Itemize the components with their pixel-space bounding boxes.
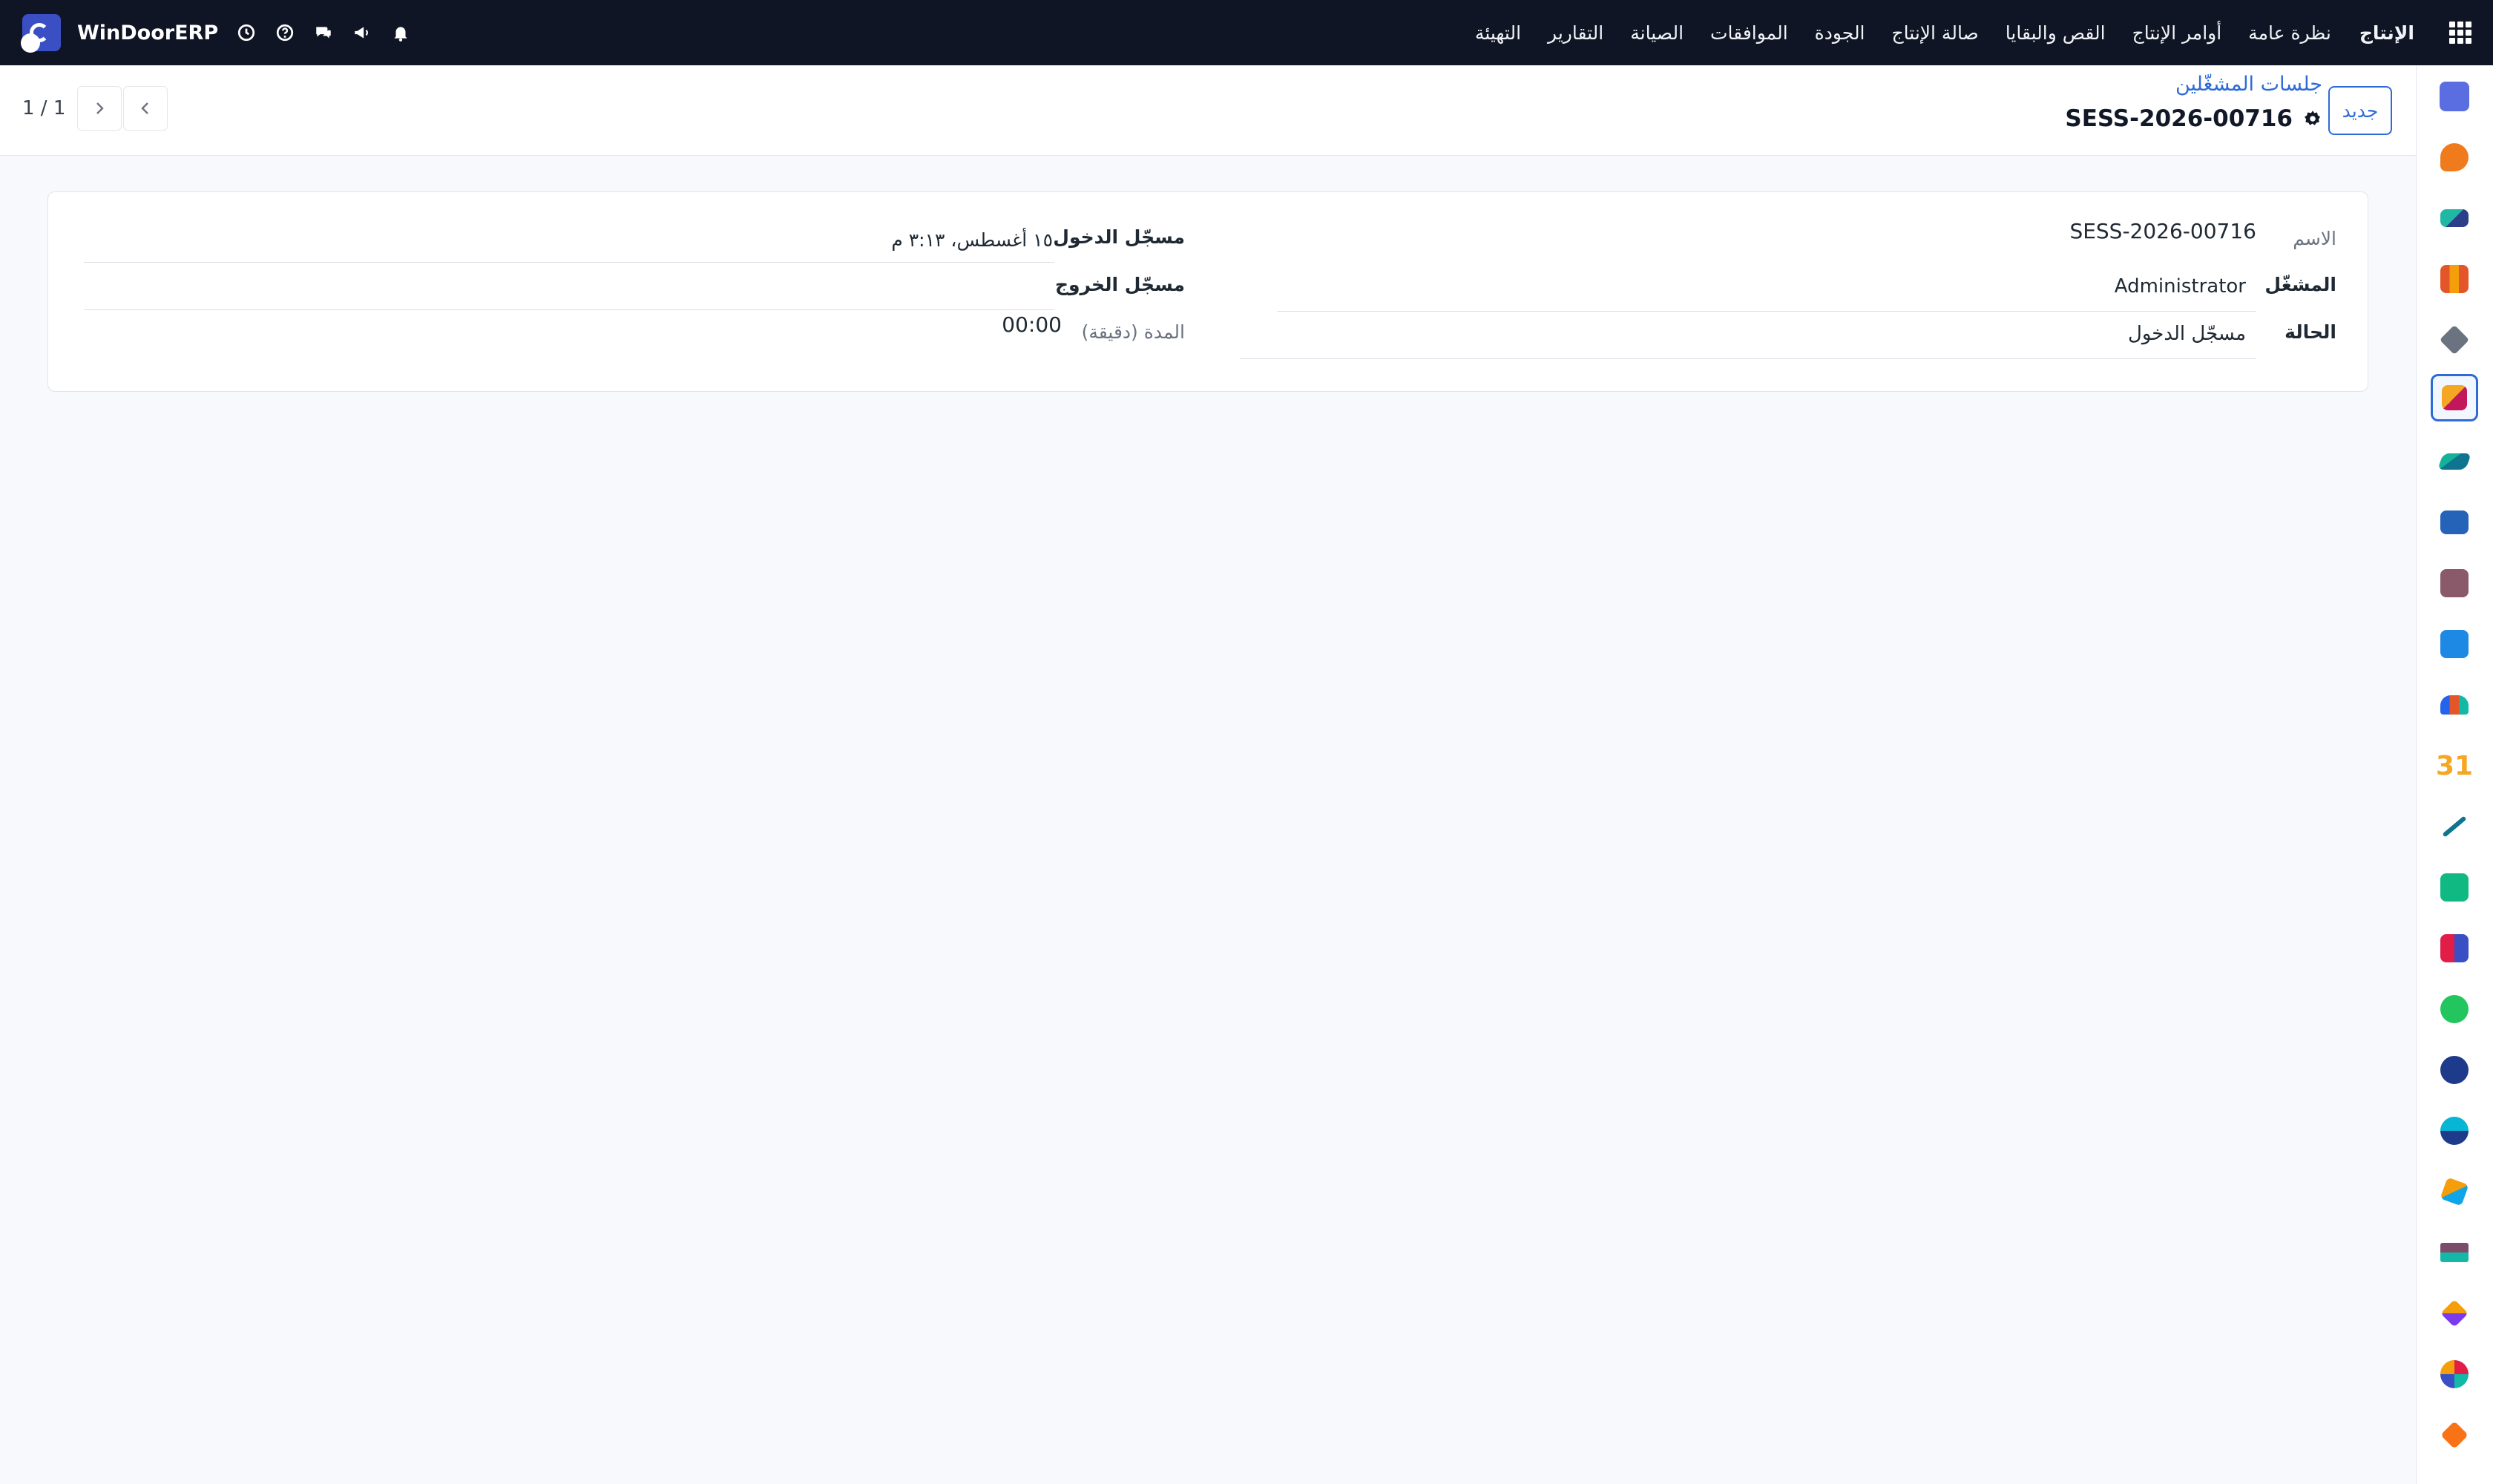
app-chart-bars-icon[interactable]	[2431, 255, 2478, 303]
app-hexagon-icon[interactable]	[2431, 1411, 2478, 1459]
menu-app-name[interactable]: الإنتاج	[2345, 0, 2428, 65]
app-contact-icon[interactable]	[2431, 864, 2478, 911]
apps-menu-icon[interactable]	[2428, 0, 2493, 65]
menu-production-hall[interactable]: صالة الإنتاج	[1879, 0, 1992, 65]
chevron-right-icon	[96, 102, 105, 114]
notification-bell-icon[interactable]	[390, 22, 411, 43]
app-clock-icon[interactable]	[2431, 1046, 2478, 1094]
help-icon[interactable]	[275, 22, 295, 43]
app-book-icon[interactable]	[2431, 499, 2478, 546]
menu-approvals[interactable]: الموافقات	[1697, 0, 1801, 65]
duration-label: المدة (دقيقة)	[1081, 321, 1185, 343]
menu-reports[interactable]: التقارير	[1534, 0, 1617, 65]
app-pen-icon[interactable]	[2431, 803, 2478, 850]
chevron-left-icon	[141, 102, 149, 114]
breadcrumb[interactable]: جلسات المشغّلين	[2175, 73, 2322, 96]
app-calendar-31-icon[interactable]: 31	[2431, 742, 2478, 789]
pager-value[interactable]: 1 / 1	[22, 97, 65, 119]
app-pie-icon[interactable]	[2431, 1350, 2478, 1398]
main-menu: الإنتاج نظرة عامة أوامر الإنتاج القص وال…	[1462, 0, 2493, 65]
messages-icon[interactable]	[313, 22, 334, 43]
company-logo[interactable]	[21, 14, 61, 53]
app-checkmark-icon[interactable]	[2431, 438, 2478, 485]
duration-field[interactable]: 00:00	[1002, 312, 1062, 337]
app-wave-icon[interactable]	[2431, 1107, 2478, 1155]
app-dashboard-icon[interactable]	[2431, 925, 2478, 972]
pager-next-button[interactable]	[77, 86, 122, 131]
pager: 1 / 1	[22, 85, 168, 132]
form-sheet: الاسم SESS-2026-00716 المشغّل Administra…	[47, 191, 2368, 392]
record-name: SESS-2026-00716	[2065, 105, 2293, 132]
app-cube-icon[interactable]	[2431, 1290, 2478, 1337]
gear-icon[interactable]	[2303, 109, 2322, 128]
app-inventory-icon[interactable]	[2431, 194, 2478, 242]
app-manufacturing-icon[interactable]	[2431, 374, 2478, 421]
control-panel: جديد جلسات المشغّلين SESS-2026-00716 1 /…	[0, 65, 2416, 156]
state-label: الحالة	[2285, 321, 2336, 343]
operator-field[interactable]: Administrator	[2115, 275, 2246, 298]
menu-overview[interactable]: نظرة عامة	[2235, 0, 2345, 65]
app-m-icon[interactable]	[2431, 73, 2478, 120]
checkin-field-underline	[84, 262, 1054, 263]
record-title: SESS-2026-00716	[2065, 105, 2322, 132]
checkout-field-underline	[84, 309, 1054, 310]
menu-production-orders[interactable]: أوامر الإنتاج	[2119, 0, 2236, 65]
new-button[interactable]: جديد	[2328, 86, 2392, 135]
menu-quality[interactable]: الجودة	[1801, 0, 1879, 65]
menu-maintenance[interactable]: الصيانة	[1617, 0, 1697, 65]
pager-previous-button[interactable]	[123, 86, 168, 131]
operator-label: المشغّل	[2264, 274, 2336, 295]
name-field[interactable]: SESS-2026-00716	[2069, 219, 2256, 243]
clock-icon[interactable]	[236, 22, 257, 43]
app-sidebar: 31	[2416, 65, 2493, 1484]
checkin-label: مسجّل الدخول	[1053, 226, 1185, 248]
app-send-icon[interactable]	[2431, 1168, 2478, 1215]
top-navbar: الإنتاج نظرة عامة أوامر الإنتاج القص وال…	[0, 0, 2493, 65]
app-card-icon[interactable]	[2431, 1229, 2478, 1276]
checkout-label: مسجّل الخروج	[1054, 274, 1185, 295]
app-whatsapp-icon[interactable]	[2431, 985, 2478, 1033]
company-switcher[interactable]: WinDoorERP	[77, 22, 218, 45]
app-chat-bubble-icon[interactable]	[2431, 134, 2478, 181]
app-box-icon[interactable]	[2431, 559, 2478, 607]
announcement-icon[interactable]	[352, 22, 372, 43]
menu-configuration[interactable]: التهيئة	[1462, 0, 1534, 65]
operator-field-underline	[1277, 311, 2256, 312]
checkin-field[interactable]: ١٥ أغسطس، ٣:١٣ م	[891, 229, 1053, 251]
systray: WinDoorERP	[0, 0, 411, 65]
app-invoice-icon[interactable]	[2431, 620, 2478, 668]
app-package-icon[interactable]	[2431, 316, 2478, 364]
app-team-icon[interactable]	[2431, 681, 2478, 729]
menu-cutting-remnants[interactable]: القص والبقايا	[1992, 0, 2119, 65]
state-field[interactable]: مسجّل الدخول	[2128, 323, 2246, 345]
state-field-underline	[1240, 358, 2256, 359]
name-label: الاسم	[2293, 228, 2336, 249]
